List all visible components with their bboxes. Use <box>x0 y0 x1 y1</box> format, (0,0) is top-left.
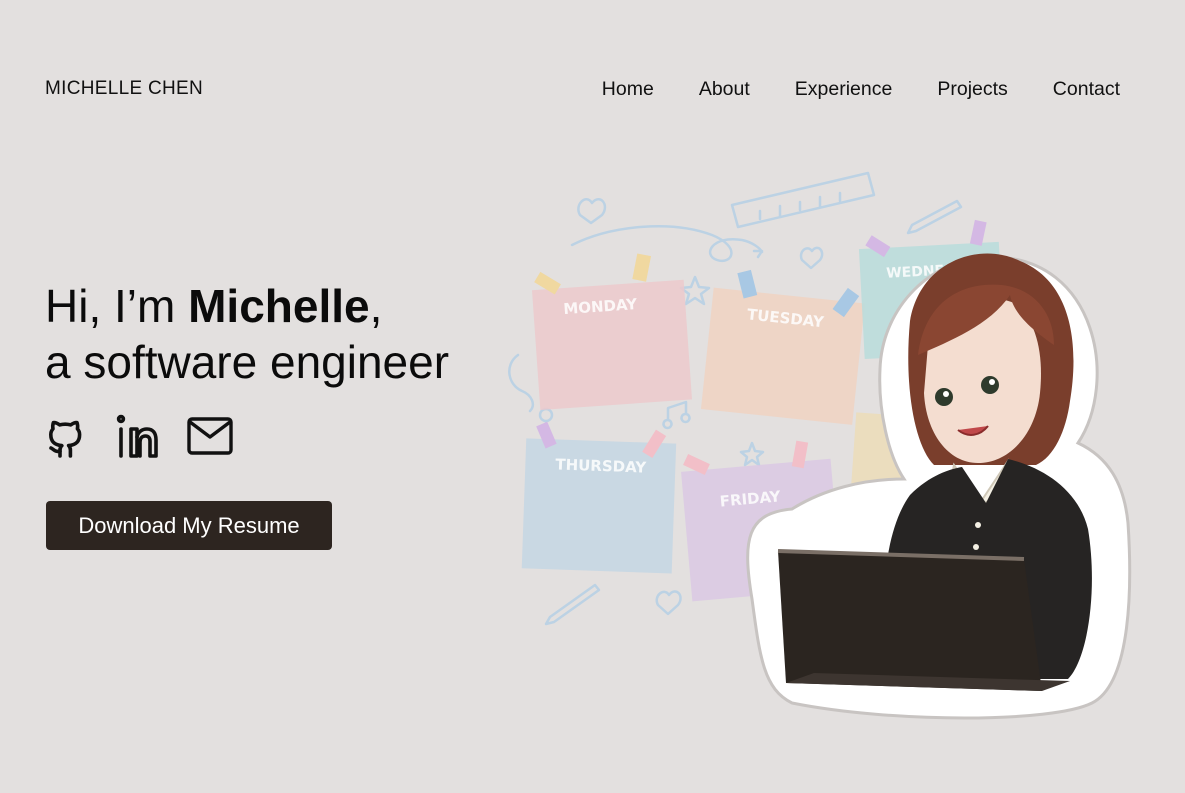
heart-doodle-2 <box>799 246 824 270</box>
github-icon[interactable] <box>45 413 89 464</box>
music-note-doodle <box>662 400 691 430</box>
nav-contact[interactable]: Contact <box>1053 78 1120 101</box>
linkedin-icon[interactable] <box>115 414 161 463</box>
pencil-doodle <box>906 199 963 235</box>
social-links <box>45 413 233 464</box>
eye-right <box>981 376 999 394</box>
hero-tagline: a software engineer <box>45 336 450 388</box>
laptop-lid <box>778 551 1042 691</box>
greeting-suffix: , <box>369 280 383 332</box>
download-resume-button[interactable]: Download My Resume <box>46 501 332 550</box>
nav-about[interactable]: About <box>699 78 750 101</box>
star-doodle-2 <box>739 441 765 467</box>
eye-left <box>935 388 953 406</box>
arrow-doodle <box>570 225 764 263</box>
ruler-doodle <box>730 171 876 229</box>
nav-projects[interactable]: Projects <box>937 78 1007 101</box>
heart-doodle-3 <box>655 590 682 616</box>
hero-section: Hi, I’m Michelle, a software engineer <box>45 278 449 390</box>
note-label-thursday: THURSDAY <box>555 455 648 476</box>
hero-name: Michelle <box>188 280 370 332</box>
greeting-prefix: Hi, I’m <box>45 280 189 332</box>
nav-home[interactable]: Home <box>602 78 654 101</box>
note-monday: MONDAY <box>531 253 692 411</box>
heart-doodle <box>577 198 607 225</box>
brand-logo[interactable]: MICHELLE CHEN <box>45 78 203 100</box>
star-doodle <box>679 275 711 306</box>
note-thursday: THURSDAY <box>521 421 677 574</box>
hero-illustration: MONDAY TUESDAY WEDNESDAY THURSDAY FRIDAY <box>508 171 1132 720</box>
note-tuesday: TUESDAY <box>700 269 865 425</box>
hero-heading: Hi, I’m Michelle, a software engineer <box>45 278 449 390</box>
swirl-doodle <box>508 353 534 413</box>
mail-icon[interactable] <box>187 416 233 461</box>
main-nav: Home About Experience Projects Contact <box>602 78 1120 101</box>
pencil-doodle-2 <box>544 583 601 626</box>
nav-experience[interactable]: Experience <box>795 78 893 101</box>
